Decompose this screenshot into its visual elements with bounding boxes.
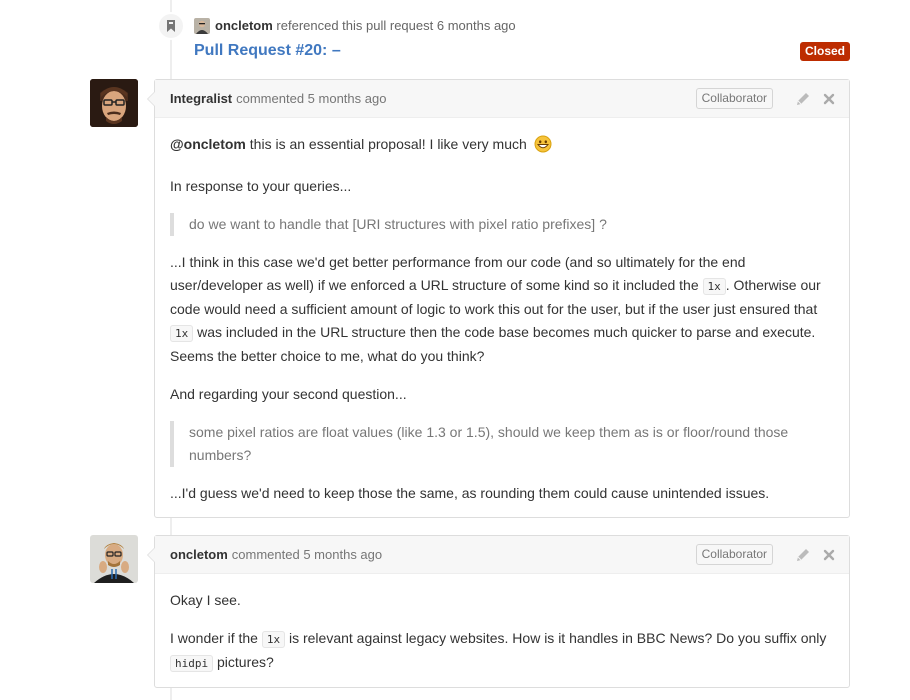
paragraph-text: is relevant against legacy websites. How…: [285, 630, 827, 646]
ref-author-avatar[interactable]: [194, 18, 210, 34]
comment-action: commented: [236, 91, 305, 106]
comment-body: Okay I see. I wonder if the 1x is releva…: [155, 574, 849, 687]
comment-paragraph: I wonder if the 1x is relevant against l…: [170, 627, 834, 675]
paragraph-text: ...I think in this case we'd get better …: [170, 254, 746, 293]
ref-action: referenced this pull request: [276, 18, 434, 33]
smile-emoji-icon: [534, 135, 552, 160]
comment-action: commented: [231, 547, 300, 562]
comment-header: oncletom commented 5 months ago Collabor…: [155, 536, 849, 574]
collaborator-badge: Collaborator: [695, 544, 773, 565]
ref-time[interactable]: 6 months ago: [437, 18, 516, 33]
status-badge: Closed: [799, 42, 850, 61]
comment-paragraph: @oncletom this is an essential proposal!…: [170, 133, 834, 160]
inline-code: hidpi: [170, 655, 214, 672]
comment-header: Integralist commented 5 months ago Colla…: [155, 80, 849, 118]
close-icon[interactable]: [821, 91, 837, 107]
blockquote: some pixel ratios are float values (like…: [170, 421, 834, 467]
paragraph-text: I wonder if the: [170, 630, 262, 646]
blockquote: do we want to handle that [URI structure…: [170, 213, 834, 236]
comment: Integralist commented 5 months ago Colla…: [147, 79, 850, 518]
paragraph-text: was included in the URL structure then t…: [170, 324, 816, 364]
user-mention-link[interactable]: @oncletom: [170, 136, 246, 152]
comment-paragraph: In response to your queries...: [170, 178, 352, 194]
inline-code: 1x: [702, 278, 726, 295]
pull-request-link[interactable]: Pull Request #20: –: [194, 41, 341, 61]
collaborator-badge: Collaborator: [695, 88, 773, 109]
comment-paragraph: ...I'd guess we'd need to keep those the…: [170, 485, 770, 501]
reference-line: oncletom referenced this pull request 6 …: [215, 18, 516, 34]
comment-paragraph: And regarding your second question...: [170, 386, 407, 402]
inline-code: 1x: [261, 631, 286, 648]
pencil-icon[interactable]: [795, 91, 811, 107]
comment-time-link[interactable]: 5 months ago: [303, 547, 382, 562]
paragraph-text: this is an essential proposal! I like ve…: [245, 136, 531, 152]
comment-body: @oncletom this is an essential proposal!…: [155, 118, 849, 517]
pencil-icon[interactable]: [795, 547, 811, 563]
comment: oncletom commented 5 months ago Collabor…: [147, 535, 850, 688]
close-icon[interactable]: [821, 547, 837, 563]
bookmark-icon: [157, 12, 185, 40]
comment-paragraph: Okay I see.: [170, 592, 241, 608]
comment-author-link[interactable]: Integralist: [170, 91, 232, 106]
comment-paragraph: ...I think in this case we'd get better …: [170, 251, 834, 368]
reference-event: oncletom referenced this pull request 6 …: [157, 12, 857, 72]
comment-time-link[interactable]: 5 months ago: [308, 91, 387, 106]
avatar[interactable]: [90, 79, 138, 127]
avatar[interactable]: [90, 535, 138, 583]
comment-author-link[interactable]: oncletom: [170, 547, 228, 562]
inline-code: 1x: [170, 325, 194, 342]
ref-author-link[interactable]: oncletom: [215, 18, 273, 33]
paragraph-text: pictures?: [213, 654, 274, 670]
